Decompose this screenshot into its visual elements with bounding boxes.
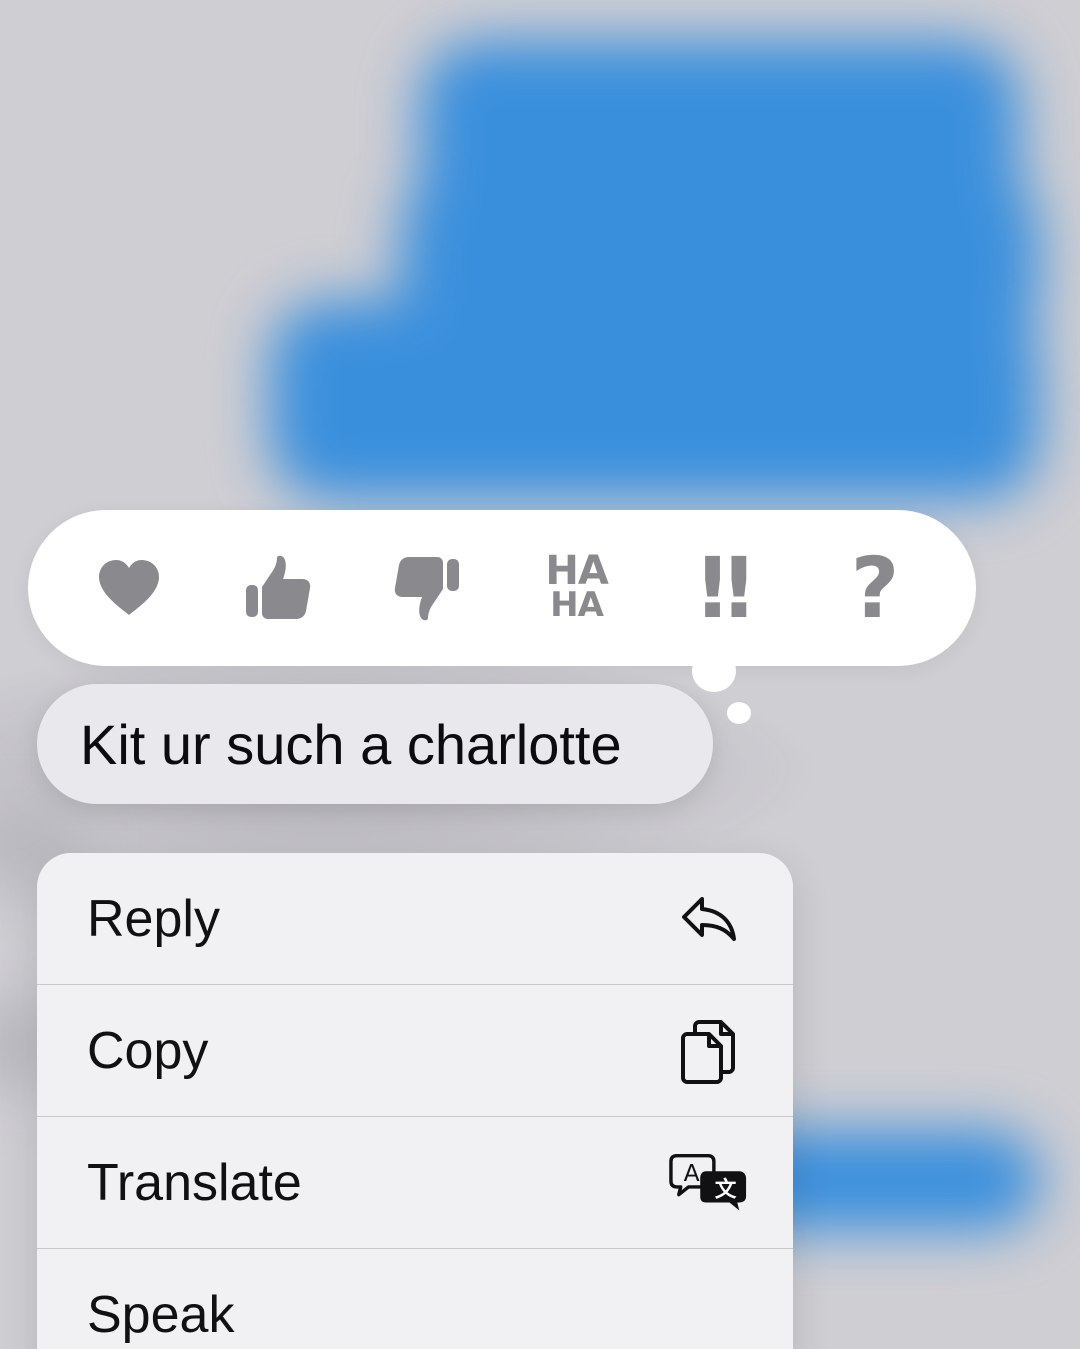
tapback-reaction-bar: HA HA ‼ ? [28,510,976,666]
blurred-sent-bubble-bottom [270,300,1040,500]
tapback-tail-dot-small [727,702,751,724]
menu-item-label: Translate [87,1153,302,1212]
haha-icon: HA HA [545,548,608,625]
svg-text:A: A [684,1159,700,1187]
tapback-thumbs-down-button[interactable] [372,533,482,643]
messages-screen: HA HA ‼ ? Kit ur such a charlotte Reply … [0,0,1080,1349]
thumbs-down-icon [395,557,460,621]
thumbs-up-icon [246,555,311,619]
speaker-icon [669,1280,749,1349]
svg-text:文: 文 [715,1176,737,1202]
heart-icon [99,560,159,615]
tapback-question-button[interactable]: ? [820,533,930,643]
selected-message-bubble[interactable]: Kit ur such a charlotte [37,684,713,804]
reply-arrow-icon [669,884,749,954]
copy-icon [669,1016,749,1086]
message-text: Kit ur such a charlotte [80,712,622,776]
menu-item-speak[interactable]: Speak [37,1249,793,1349]
menu-item-copy[interactable]: Copy [37,985,793,1117]
haha-bottom-text: HA [550,585,604,625]
double-exclamation-icon: ‼ [699,539,753,637]
tapback-emphasize-button[interactable]: ‼ [671,533,781,643]
menu-item-label: Copy [87,1021,209,1080]
menu-item-label: Speak [87,1286,235,1344]
menu-item-label: Reply [87,889,220,948]
menu-item-reply[interactable]: Reply [37,853,793,985]
menu-item-translate[interactable]: Translate A 文 [37,1117,793,1249]
translate-icon: A 文 [669,1148,749,1218]
question-mark-icon: ? [850,539,900,637]
message-context-menu: Reply Copy Translate A 文 Speak [37,853,793,1349]
tapback-haha-button[interactable]: HA HA [522,533,632,643]
tapback-tail-dot-large [692,650,736,692]
tapback-heart-button[interactable] [74,533,184,643]
haha-top-text: HA [545,548,608,594]
tapback-thumbs-up-button[interactable] [223,533,333,643]
